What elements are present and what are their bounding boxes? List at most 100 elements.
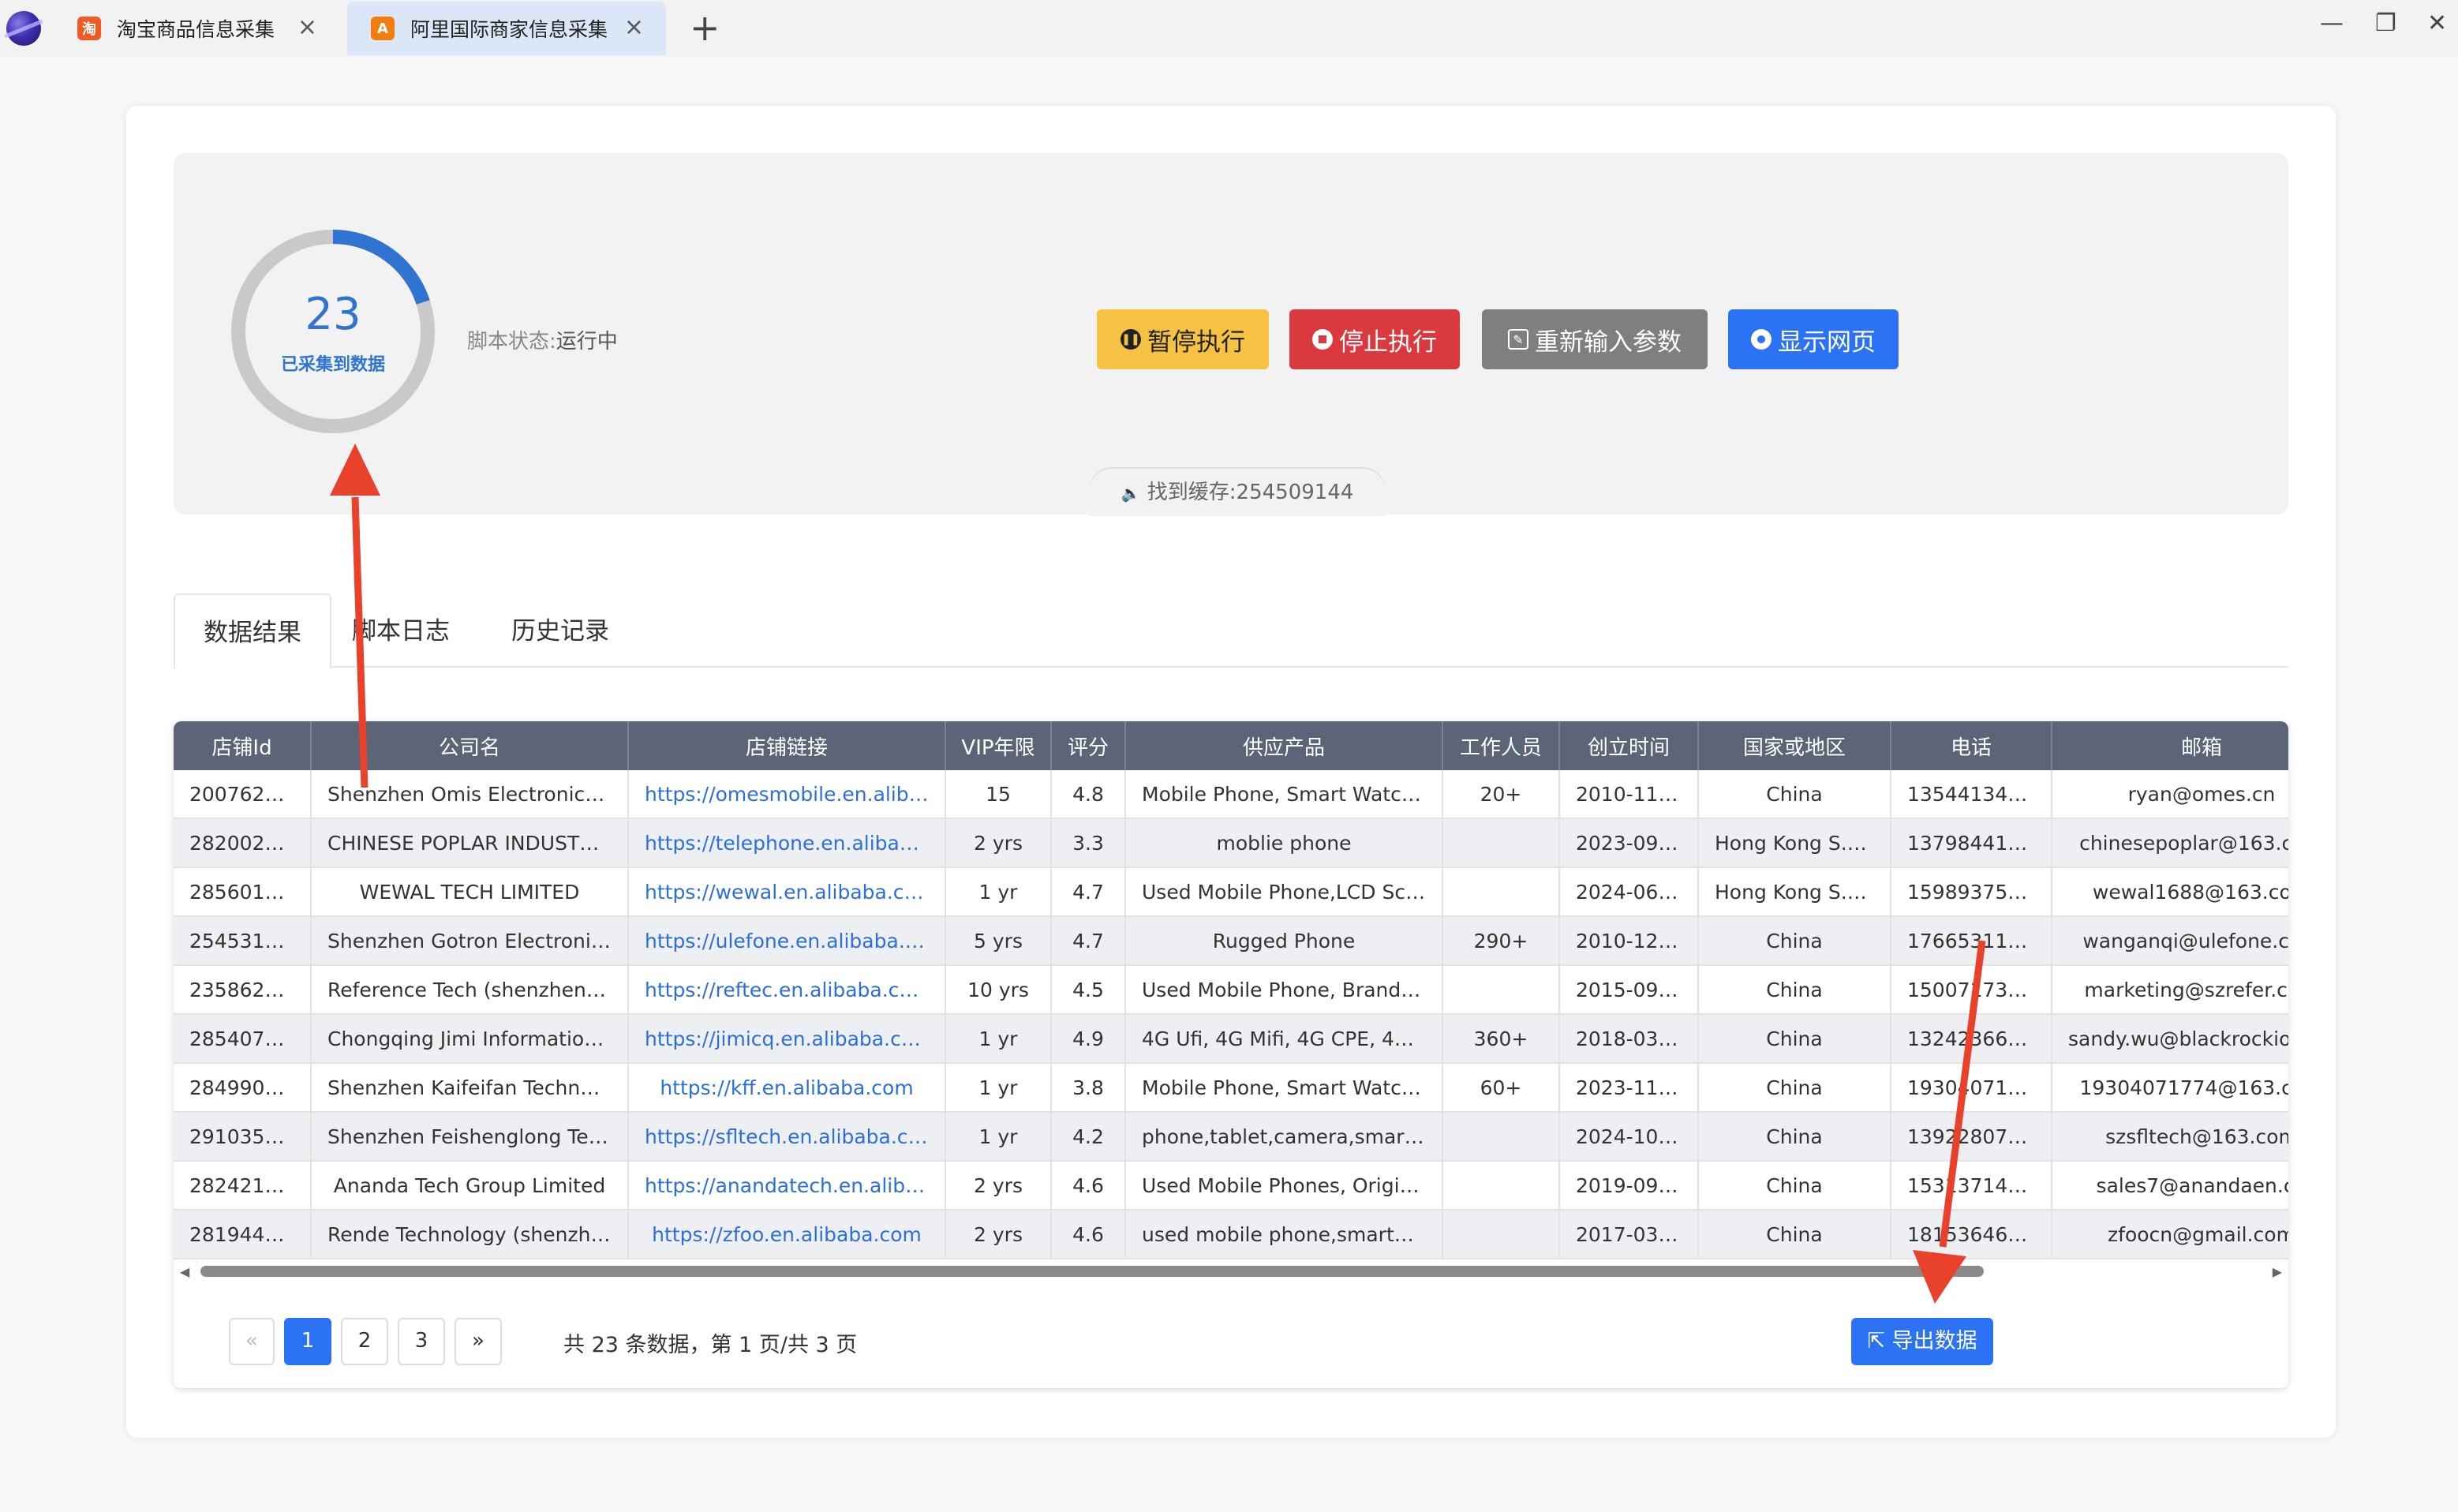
- table-cell: moblie phone: [1125, 818, 1443, 868]
- table-cell: marketing@szrefer.com: [2052, 965, 2288, 1015]
- table-cell: zfoocn@gmail.com: [2052, 1210, 2288, 1259]
- table-cell: 2024-06-24: [1559, 867, 1699, 917]
- column-header[interactable]: VIP年限: [945, 721, 1052, 770]
- column-header[interactable]: 邮箱: [2052, 721, 2288, 770]
- column-header[interactable]: 供应产品: [1125, 721, 1443, 770]
- table-cell: 285407627: [174, 1014, 312, 1064]
- table-cell: Rende Technology (shenzhen...: [311, 1210, 629, 1259]
- pager-page-button[interactable]: 1: [284, 1318, 331, 1365]
- minimize-button[interactable]: —: [2320, 9, 2344, 37]
- table-cell-link[interactable]: https://ulefone.en.alibaba.com: [628, 916, 946, 966]
- scroll-thumb[interactable]: [200, 1266, 1984, 1277]
- table-cell: 13798441832: [1891, 818, 2052, 868]
- table-cell-link[interactable]: https://reftec.en.alibaba.com: [628, 965, 946, 1015]
- table-cell: chinesepoplar@163.com: [2052, 818, 2288, 868]
- tab-label: 阿里国际商家信息采集: [410, 18, 608, 41]
- browser-titlebar: 淘 淘宝商品信息采集 × A 阿里国际商家信息采集 × + — ❐ ✕: [0, 0, 2458, 57]
- pager-prev-button[interactable]: «: [229, 1318, 275, 1365]
- restore-button[interactable]: ❐: [2375, 9, 2396, 37]
- table-cell: Shenzhen Feishenglong Tech...: [311, 1112, 629, 1162]
- table-row[interactable]: 284990683 Shenzhen Kaifeifan Technolo... h…: [174, 1063, 2288, 1113]
- table-cell: Rugged Phone: [1125, 916, 1443, 966]
- table-row[interactable]: 285601322 WEWAL TECH LIMITED https://wewal…: [174, 867, 2288, 917]
- table-cell: Used Mobile Phone,LCD Scre...: [1125, 867, 1443, 917]
- table-cell: 2023-11-06: [1559, 1063, 1699, 1113]
- table-cell: Ananda Tech Group Limited: [311, 1161, 629, 1211]
- table-cell: 4.9: [1051, 1014, 1126, 1064]
- column-header[interactable]: 创立时间: [1559, 721, 1699, 770]
- table-cell: Mobile Phone, Smart Watch, ...: [1125, 1063, 1443, 1113]
- table-cell-link[interactable]: https://wewal.en.alibaba.com: [628, 867, 946, 917]
- close-icon[interactable]: ×: [297, 16, 317, 39]
- tab-alibaba[interactable]: A 阿里国际商家信息采集 ×: [347, 2, 666, 55]
- tab-taobao[interactable]: 淘 淘宝商品信息采集 ×: [54, 2, 339, 55]
- scroll-left-icon[interactable]: ◀: [180, 1264, 189, 1279]
- table-row[interactable]: 282002116 CHINESE POPLAR INDUSTRI... https…: [174, 818, 2288, 868]
- column-header[interactable]: 公司名: [311, 721, 629, 770]
- result-tabs: 数据结果 脚本日志 历史记录: [174, 593, 2288, 669]
- results-table: 店铺Id 公司名 店铺链接 VIP年限 评分 供应产品 工作人员 创立时间 国家…: [174, 721, 2288, 1259]
- export-button[interactable]: ⇱ 导出数据: [1851, 1318, 1993, 1365]
- table-row[interactable]: 281944460 Rende Technology (shenzhen... ht…: [174, 1210, 2288, 1259]
- pager-summary: 共 23 条数据，第 1 页/共 3 页: [563, 1333, 858, 1357]
- table-cell: 290+: [1442, 916, 1560, 966]
- table-row[interactable]: 285407627 Chongqing Jimi Information ... h…: [174, 1014, 2288, 1064]
- table-cell-link[interactable]: https://omesmobile.en.alibab...: [628, 770, 946, 819]
- table-row[interactable]: 282421751 Ananda Tech Group Limited https:…: [174, 1161, 2288, 1211]
- table-row[interactable]: 254531819 Shenzhen Gotron Electronic ... h…: [174, 916, 2288, 966]
- close-window-button[interactable]: ✕: [2427, 9, 2447, 37]
- pager-next-button[interactable]: »: [455, 1318, 502, 1365]
- table-cell: [1442, 1161, 1560, 1211]
- pause-button[interactable]: ❚❚ 暂停执行: [1097, 309, 1269, 369]
- table-header-row: 店铺Id 公司名 店铺链接 VIP年限 评分 供应产品 工作人员 创立时间 国家…: [174, 721, 2288, 770]
- column-header[interactable]: 电话: [1891, 721, 2052, 770]
- table-cell: 19304071774@163.com: [2052, 1063, 2288, 1113]
- column-header[interactable]: 店铺Id: [174, 721, 312, 770]
- cache-indicator: 🔈 找到缓存:254509144: [1089, 467, 1386, 516]
- close-icon[interactable]: ×: [624, 16, 644, 39]
- table-cell: Mobile Phone, Smart Watch, ...: [1125, 770, 1443, 819]
- column-header[interactable]: 店铺链接: [628, 721, 946, 770]
- table-cell: China: [1698, 1210, 1891, 1259]
- table-row[interactable]: 235862217 Reference Tech (shenzhen) Li...…: [174, 965, 2288, 1015]
- show-page-button[interactable]: 显示网页: [1728, 309, 1899, 369]
- reinput-button[interactable]: ✎ 重新输入参数: [1482, 309, 1708, 369]
- table-cell: China: [1698, 770, 1891, 819]
- table-cell: sandy.wu@blackrockiot.com: [2052, 1014, 2288, 1064]
- scroll-right-icon[interactable]: ▶: [2273, 1264, 2282, 1279]
- table-cell-link[interactable]: https://kff.en.alibaba.com: [628, 1063, 946, 1113]
- stop-button[interactable]: 停止执行: [1289, 309, 1460, 369]
- table-cell: 200762194: [174, 770, 312, 819]
- table-cell-link[interactable]: https://telephone.en.alibaba....: [628, 818, 946, 868]
- table-cell: 2010-12-03: [1559, 916, 1699, 966]
- table-cell-link[interactable]: https://jimicq.en.alibaba.com: [628, 1014, 946, 1064]
- pager-page-button[interactable]: 2: [341, 1318, 388, 1365]
- tab-script-log[interactable]: 脚本日志: [352, 593, 450, 666]
- table-row[interactable]: 200762194 Shenzhen Omis Electronics T... h…: [174, 770, 2288, 819]
- table-cell: 13242366465: [1891, 1014, 2052, 1064]
- column-header[interactable]: 评分: [1051, 721, 1126, 770]
- table-cell: Reference Tech (shenzhen) Li...: [311, 965, 629, 1015]
- table-cell-link[interactable]: https://anandatech.en.alibab...: [628, 1161, 946, 1211]
- table-cell: 4.8: [1051, 770, 1126, 819]
- new-tab-button[interactable]: +: [690, 8, 720, 47]
- table-row[interactable]: 291035850 Shenzhen Feishenglong Tech... ht…: [174, 1112, 2288, 1162]
- column-header[interactable]: 工作人员: [1442, 721, 1560, 770]
- table-cell-link[interactable]: https://zfoo.en.alibaba.com: [628, 1210, 946, 1259]
- tab-data-results[interactable]: 数据结果: [174, 593, 331, 669]
- table-cell: [1442, 1210, 1560, 1259]
- horizontal-scrollbar[interactable]: ◀ ▶: [174, 1263, 2288, 1280]
- results-table-container: 店铺Id 公司名 店铺链接 VIP年限 评分 供应产品 工作人员 创立时间 国家…: [174, 721, 2288, 1388]
- pager-page-button[interactable]: 3: [398, 1318, 445, 1365]
- column-header[interactable]: 国家或地区: [1698, 721, 1891, 770]
- table-cell: 4.5: [1051, 965, 1126, 1015]
- table-cell: 1 yr: [945, 1063, 1052, 1113]
- table-cell-link[interactable]: https://sfltech.en.alibaba.com: [628, 1112, 946, 1162]
- table-cell: Hong Kong S.A.R.: [1698, 818, 1891, 868]
- table-cell: 2 yrs: [945, 1210, 1052, 1259]
- status-panel: 23 已采集到数据 脚本状态:运行中 ❚❚ 暂停执行 停止执行 ✎ 重新输入参数…: [174, 153, 2288, 516]
- taobao-icon: 淘: [77, 17, 101, 40]
- tab-history[interactable]: 历史记录: [511, 593, 609, 666]
- stop-icon: [1312, 329, 1333, 350]
- table-cell: [1442, 965, 1560, 1015]
